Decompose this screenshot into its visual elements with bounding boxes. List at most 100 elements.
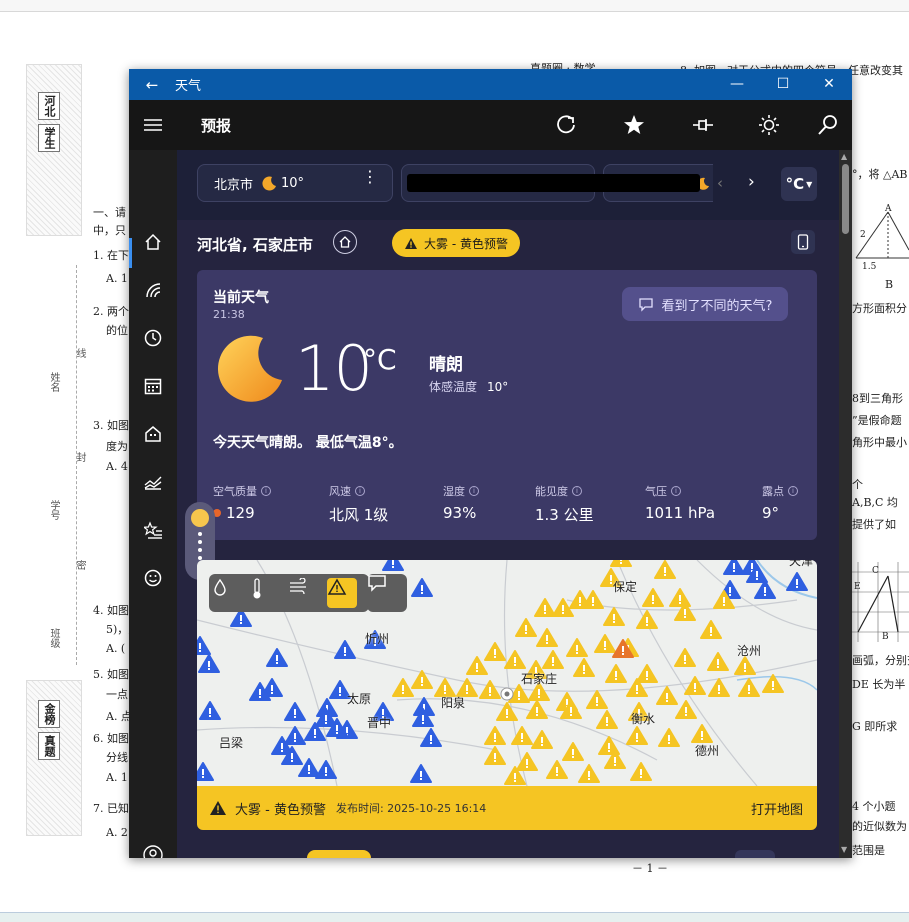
vertical-scrollbar[interactable]: ▲ ▼ bbox=[839, 150, 852, 858]
doc-line: 6. 如图 bbox=[93, 732, 129, 745]
more-options-icon[interactable]: ⋮ bbox=[362, 169, 378, 185]
page-title: 预报 bbox=[201, 117, 232, 135]
nav-favorites[interactable] bbox=[141, 518, 165, 542]
doc-line: 7. 已知 bbox=[93, 802, 129, 815]
nav-feedback[interactable] bbox=[141, 566, 165, 590]
home-icon bbox=[145, 233, 161, 250]
side-navigation bbox=[129, 150, 177, 858]
maximize-button[interactable]: ☐ bbox=[760, 69, 806, 100]
minimize-button[interactable]: — bbox=[714, 69, 760, 100]
set-home-button[interactable] bbox=[333, 230, 357, 254]
window-title: 天气 bbox=[175, 79, 202, 94]
doc-line: 的近似数为 bbox=[852, 820, 907, 833]
doc-line: ”是假命题 bbox=[852, 414, 902, 427]
location-card-beijing[interactable]: 北京市 10° ⋮ bbox=[197, 164, 393, 202]
weather-condition: 晴朗 bbox=[429, 355, 463, 375]
doc-line: A. ( bbox=[106, 642, 126, 655]
doc-figure-label-e: E bbox=[854, 582, 861, 592]
stat-dew-point[interactable]: 露点 i 9° bbox=[762, 483, 798, 522]
doc-line: 一、请 bbox=[93, 206, 126, 219]
alert-banner[interactable]: 大雾 - 黄色预警 发布时间: 2025-10-25 16:14 打开地图 bbox=[197, 786, 817, 830]
yellow-alert-marker bbox=[566, 638, 588, 657]
location-header: 河北省, 石家庄市 大雾 - 黄色预警 bbox=[177, 220, 839, 266]
yellow-alert-marker bbox=[684, 676, 706, 695]
stat-pressure[interactable]: 气压 i 1011 hPa bbox=[645, 483, 715, 522]
scroll-up-arrow[interactable]: ▲ bbox=[841, 152, 847, 161]
alerts-layer-button[interactable] bbox=[327, 578, 357, 608]
unit-label: °C bbox=[785, 175, 805, 193]
doc-line: 4. 如图 bbox=[93, 604, 129, 617]
favorite-button[interactable] bbox=[621, 112, 647, 138]
nav-life[interactable] bbox=[141, 422, 165, 446]
doc-line: 度为 bbox=[106, 440, 128, 453]
yellow-alert-marker bbox=[708, 678, 730, 697]
pin-button[interactable] bbox=[690, 112, 716, 138]
yellow-alert-marker bbox=[605, 664, 627, 683]
nav-hourly[interactable] bbox=[141, 326, 165, 350]
yellow-alert-marker bbox=[691, 724, 713, 743]
doc-figure-label-a: A bbox=[885, 204, 892, 214]
map-feedback-button[interactable] bbox=[367, 574, 407, 612]
stat-value: 93% bbox=[443, 504, 477, 522]
scroll-down-arrow[interactable]: ▼ bbox=[841, 845, 847, 854]
wind-layer-button[interactable] bbox=[289, 578, 319, 608]
stat-label: 空气质量 bbox=[213, 485, 257, 498]
nav-account[interactable] bbox=[141, 843, 165, 858]
nav-historical[interactable] bbox=[141, 470, 165, 494]
nav-monthly[interactable] bbox=[141, 374, 165, 398]
yellow-alert-marker bbox=[515, 618, 537, 637]
current-weather-label: 当前天气 bbox=[213, 290, 269, 306]
yellow-alert-marker bbox=[578, 764, 600, 783]
map-layer-toolbar bbox=[209, 574, 369, 612]
yellow-alert-marker bbox=[596, 710, 618, 729]
phone-icon bbox=[797, 234, 809, 250]
back-button[interactable]: ← bbox=[129, 76, 175, 94]
nav-forecast[interactable] bbox=[141, 230, 165, 254]
open-map-link[interactable]: 打开地图 bbox=[751, 799, 803, 818]
location-strip: 北京市 10° ⋮ ‹ › °C ▼ bbox=[177, 150, 839, 220]
sun-icon bbox=[191, 509, 209, 527]
stat-wind[interactable]: 风速 i 北风 1级 bbox=[329, 483, 388, 525]
document-status-strip bbox=[0, 912, 909, 922]
stat-visibility[interactable]: 能见度 i 1.3 公里 bbox=[535, 483, 594, 525]
weather-app-window: ← 天气 — ☐ ✕ 预报 北京市 10° ⋮ ‹ › °C ▼ 河北省, 石家… bbox=[129, 69, 852, 858]
yellow-alert-marker bbox=[636, 610, 658, 629]
refresh-button[interactable] bbox=[553, 112, 579, 138]
search-button[interactable] bbox=[815, 112, 841, 138]
warning-icon bbox=[327, 578, 347, 595]
blue-alert-marker bbox=[198, 654, 220, 673]
temperature-layer-button[interactable] bbox=[251, 578, 281, 608]
close-button[interactable]: ✕ bbox=[806, 69, 852, 100]
nav-radar[interactable] bbox=[141, 278, 165, 302]
blue-alert-marker bbox=[284, 726, 306, 745]
blue-alert-marker bbox=[382, 560, 404, 571]
theme-button[interactable] bbox=[756, 112, 782, 138]
precipitation-layer-button[interactable] bbox=[213, 578, 243, 608]
scrollbar-thumb[interactable] bbox=[842, 164, 849, 234]
yellow-alert-marker bbox=[562, 742, 584, 761]
location-title: 河北省, 石家庄市 bbox=[197, 236, 313, 254]
hamburger-menu-button[interactable] bbox=[129, 100, 177, 150]
doc-vertical-label: 学号 bbox=[48, 500, 59, 520]
doc-line: 的位 bbox=[106, 324, 128, 337]
next-section-control bbox=[735, 850, 775, 858]
weather-warning-badge[interactable]: 大雾 - 黄色预警 bbox=[392, 229, 520, 257]
warning-badge-label: 大雾 - 黄色预警 bbox=[424, 236, 508, 251]
doc-figure-triangle bbox=[855, 211, 909, 259]
stat-air-quality[interactable]: 空气质量 i 129 bbox=[213, 483, 271, 522]
info-icon: i bbox=[355, 486, 365, 496]
star-list-icon bbox=[144, 521, 162, 539]
yellow-alert-marker bbox=[630, 762, 652, 781]
hamburger-icon bbox=[144, 119, 162, 131]
stat-humidity[interactable]: 湿度 i 93% bbox=[443, 483, 479, 522]
unit-toggle-button[interactable]: °C ▼ bbox=[781, 167, 817, 201]
different-weather-button[interactable]: 看到了不同的天气? bbox=[622, 287, 788, 321]
send-to-phone-button[interactable] bbox=[791, 230, 815, 254]
blue-alert-marker bbox=[197, 762, 214, 781]
chevron-right-icon[interactable]: › bbox=[748, 172, 755, 192]
yellow-alert-marker bbox=[484, 726, 506, 745]
chevron-left-icon[interactable]: ‹ bbox=[717, 174, 723, 192]
weather-alert-map[interactable]: 天津 保定 忻州 石家庄 沧州 太原 阳泉 晋中 衡水 吕梁 德州 bbox=[197, 560, 817, 786]
stat-value: 129 bbox=[226, 504, 255, 522]
doc-line: G 即所求 bbox=[852, 720, 898, 733]
